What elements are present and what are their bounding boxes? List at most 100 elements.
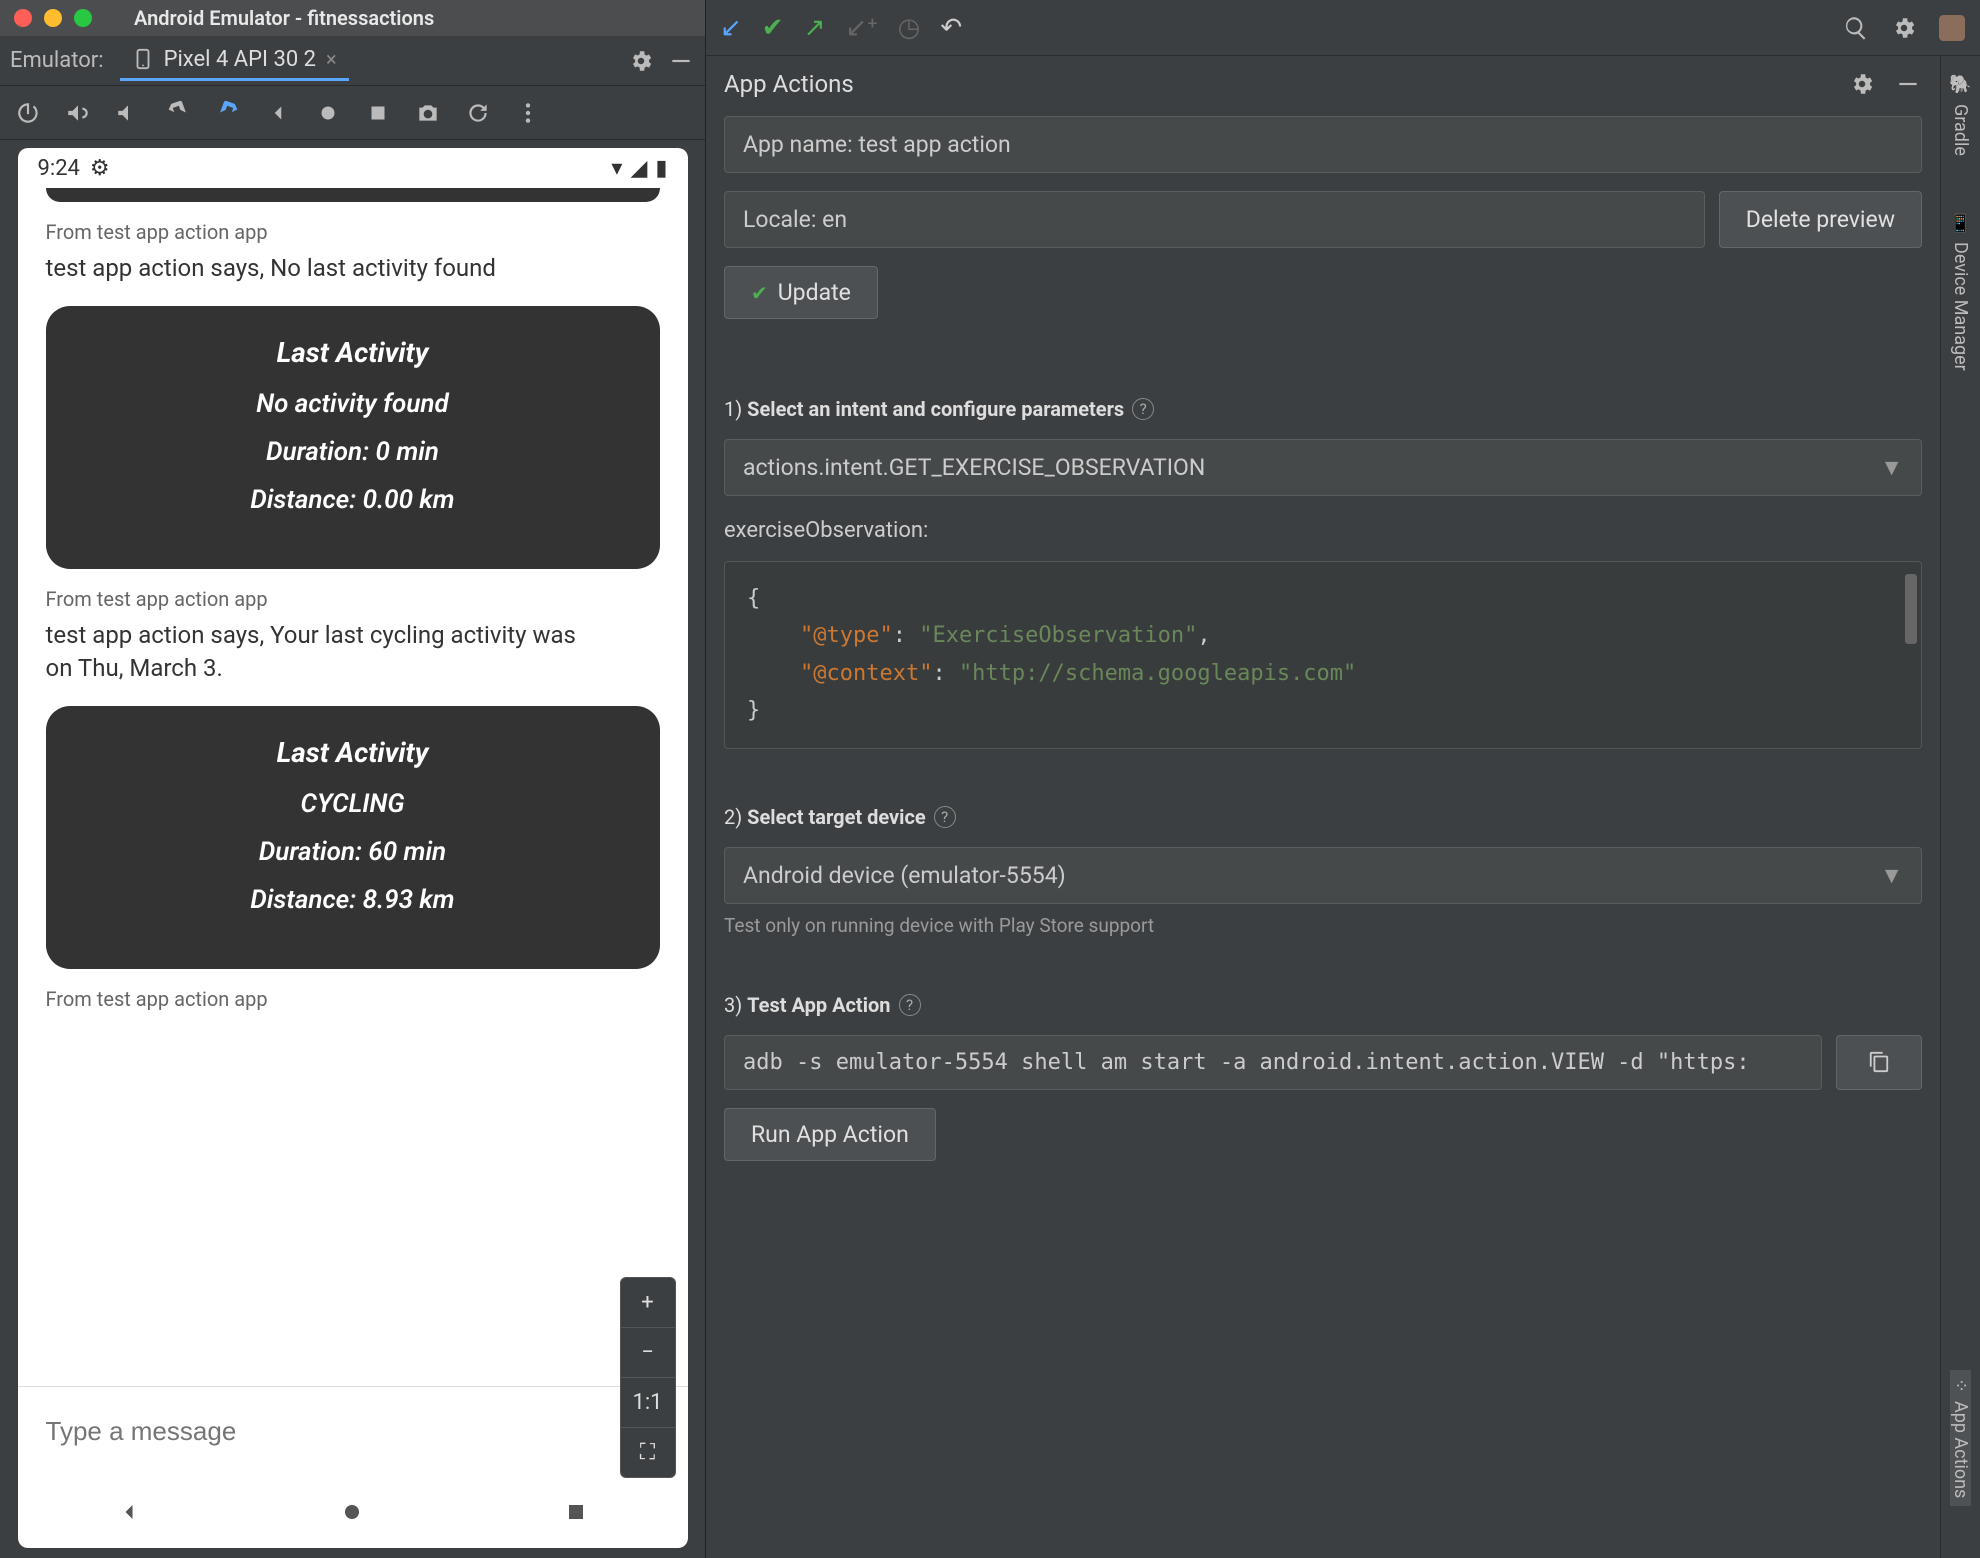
emulator-window: Android Emulator - fitnessactions Emulat… <box>0 0 706 1558</box>
sidebar-tab-gradle[interactable]: 🐘 Gradle <box>1950 66 1971 164</box>
scrollbar-thumb[interactable] <box>1905 574 1917 644</box>
nav-recent-icon[interactable] <box>562 1498 590 1526</box>
rotate-left-icon[interactable] <box>164 99 192 127</box>
statusbar: 9:24 ⚙ ▾ ◢ ▮ <box>18 148 688 188</box>
help-icon[interactable]: ? <box>934 806 956 828</box>
more-icon[interactable] <box>514 99 542 127</box>
ide-toolbar: ↙ ✔ ↗ ↙⁺ ◷ ↶ <box>706 0 1980 56</box>
record-icon[interactable] <box>314 99 342 127</box>
assistant-text: test app action says, Your last cycling … <box>46 619 586 686</box>
json-editor[interactable]: { "@type": "ExerciseObservation", "@cont… <box>724 561 1922 749</box>
adb-command-field[interactable]: adb -s emulator-5554 shell am start -a a… <box>724 1035 1822 1090</box>
minimize-window-icon[interactable] <box>44 9 62 27</box>
zoom-1to1-button[interactable]: 1:1 <box>621 1378 675 1428</box>
gear-status-icon: ⚙ <box>90 156 110 181</box>
delete-preview-button[interactable]: Delete preview <box>1719 191 1922 248</box>
from-label: From test app action app <box>46 587 660 611</box>
close-window-icon[interactable] <box>14 9 32 27</box>
assistant-text: test app action says, No last activity f… <box>46 252 660 286</box>
device-screen: 9:24 ⚙ ▾ ◢ ▮ From test app action app te… <box>18 148 688 1548</box>
card-line: Duration: 60 min <box>70 837 636 867</box>
search-icon[interactable] <box>1842 14 1870 42</box>
battery-icon: ▮ <box>655 156 667 181</box>
step-1-label: 1) Select an intent and configure parame… <box>724 397 1922 421</box>
help-icon[interactable]: ? <box>899 994 921 1016</box>
ide-right-sidebar: 🐘 Gradle 📱 Device Manager ⁘ App Actions <box>1940 56 1980 1558</box>
stop-icon[interactable] <box>364 99 392 127</box>
arrow-up-right-icon[interactable]: ↗ <box>804 13 826 43</box>
window-title: Android Emulator - fitnessactions <box>134 6 434 30</box>
copy-icon <box>1868 1051 1890 1073</box>
param-label: exerciseObservation: <box>724 518 1922 543</box>
phone-icon <box>132 48 154 70</box>
emulator-tab[interactable]: Pixel 4 API 30 2 × <box>120 41 349 81</box>
ide-panel: ↙ ✔ ↗ ↙⁺ ◷ ↶ App Actions App name: tes <box>706 0 1980 1558</box>
zoom-fit-button[interactable]: ⛶ <box>621 1428 675 1477</box>
volume-down-icon[interactable] <box>114 99 142 127</box>
reload-icon[interactable] <box>464 99 492 127</box>
card-line: Distance: 0.00 km <box>70 485 636 515</box>
nav-back-icon[interactable] <box>115 1498 143 1526</box>
emulator-label: Emulator: <box>10 48 104 73</box>
wifi-icon: ▾ <box>611 156 622 181</box>
sidebar-tab-app-actions[interactable]: ⁘ App Actions <box>1950 1370 1971 1506</box>
help-icon[interactable]: ? <box>1132 398 1154 420</box>
assistant-input[interactable] <box>46 1416 660 1447</box>
back-icon[interactable] <box>264 99 292 127</box>
arrow-merge-icon[interactable]: ↙⁺ <box>845 13 877 43</box>
app-name-field[interactable]: App name: test app action <box>724 116 1922 173</box>
locale-field[interactable]: Locale: en <box>724 191 1705 248</box>
check-icon[interactable]: ✔ <box>762 13 784 43</box>
emulator-tabbar: Emulator: Pixel 4 API 30 2 × <box>0 36 705 86</box>
card-title: Last Activity <box>70 736 636 769</box>
clock: 9:24 <box>38 156 80 181</box>
android-nav <box>18 1476 688 1548</box>
intent-select[interactable]: actions.intent.GET_EXERCISE_OBSERVATION … <box>724 439 1922 496</box>
history-icon[interactable]: ◷ <box>898 13 921 43</box>
gradle-icon: 🐘 <box>1950 74 1971 96</box>
panel-settings-icon[interactable] <box>1848 70 1876 98</box>
chevron-down-icon: ▼ <box>1880 862 1903 889</box>
minimize-panel-icon[interactable] <box>667 47 695 75</box>
settings-icon[interactable] <box>1890 14 1918 42</box>
from-label: From test app action app <box>46 987 660 1011</box>
emulator-controls <box>0 86 705 140</box>
avatar-icon[interactable] <box>1938 14 1966 42</box>
nav-home-icon[interactable] <box>338 1498 366 1526</box>
app-actions-panel: App Actions App name: test app action Lo… <box>706 56 1940 1558</box>
step-3-label: 3) Test App Action ? <box>724 993 1922 1017</box>
assistant-input-row <box>18 1386 688 1476</box>
assistant-dots-icon: ⁘ <box>1950 1378 1971 1393</box>
camera-icon[interactable] <box>414 99 442 127</box>
settings-icon[interactable] <box>627 47 655 75</box>
close-tab-icon[interactable]: × <box>326 47 337 71</box>
device-hint: Test only on running device with Play St… <box>724 914 1922 937</box>
zoom-in-button[interactable]: + <box>621 1278 675 1328</box>
volume-up-icon[interactable] <box>64 99 92 127</box>
run-app-action-button[interactable]: Run App Action <box>724 1108 936 1161</box>
zoom-out-button[interactable]: − <box>621 1328 675 1378</box>
step-2-label: 2) Select target device ? <box>724 805 1922 829</box>
panel-minimize-icon[interactable] <box>1894 70 1922 98</box>
card-line: No activity found <box>70 389 636 419</box>
sidebar-tab-device-manager[interactable]: 📱 Device Manager <box>1950 204 1971 379</box>
activity-card[interactable]: Last Activity CYCLING Duration: 60 min D… <box>46 706 660 969</box>
device-select[interactable]: Android device (emulator-5554) ▼ <box>724 847 1922 904</box>
card-line: Duration: 0 min <box>70 437 636 467</box>
chevron-down-icon: ▼ <box>1880 454 1903 481</box>
mac-titlebar: Android Emulator - fitnessactions <box>0 0 705 36</box>
activity-card[interactable]: Last Activity No activity found Duration… <box>46 306 660 569</box>
update-button[interactable]: ✔Update <box>724 266 878 319</box>
from-label: From test app action app <box>46 220 660 244</box>
undo-icon[interactable]: ↶ <box>940 13 962 43</box>
arrow-down-left-icon[interactable]: ↙ <box>720 13 742 43</box>
emulator-tab-label: Pixel 4 API 30 2 <box>164 47 316 72</box>
power-icon[interactable] <box>14 99 42 127</box>
card-title: Last Activity <box>70 336 636 369</box>
signal-icon: ◢ <box>630 156 647 181</box>
maximize-window-icon[interactable] <box>74 9 92 27</box>
card-line: Distance: 8.93 km <box>70 885 636 915</box>
copy-button[interactable] <box>1836 1035 1922 1090</box>
devices-icon: 📱 <box>1950 212 1971 234</box>
rotate-right-icon[interactable] <box>214 99 242 127</box>
